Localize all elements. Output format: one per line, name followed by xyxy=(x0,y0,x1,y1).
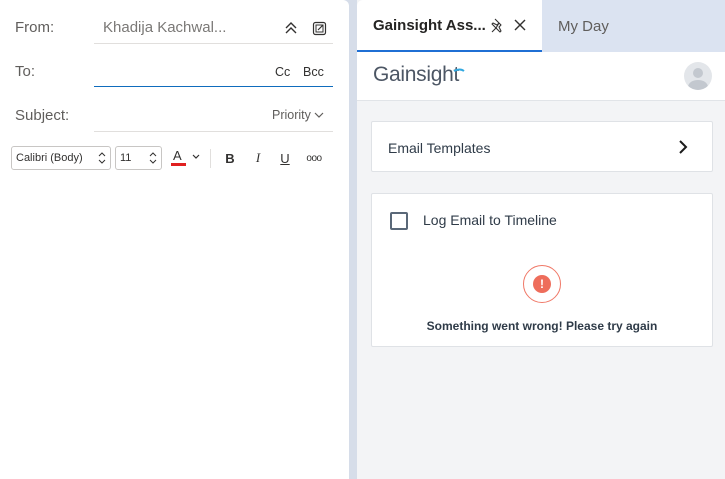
pin-icon[interactable] xyxy=(489,17,507,35)
log-email-checkbox[interactable] xyxy=(390,212,408,230)
log-email-card: Log Email to Timeline ! Something went w… xyxy=(371,193,713,347)
addin-pane: Gainsight Ass... My Day Gainsight Email … xyxy=(357,0,725,479)
gainsight-header: Gainsight xyxy=(357,52,725,101)
gainsight-logo: Gainsight xyxy=(373,63,465,87)
subject-divider xyxy=(94,131,333,132)
outlook-window: From: Khadija Kachwal... To: Cc Bcc Subj… xyxy=(0,0,725,479)
tab-gainsight-label: Gainsight Ass... xyxy=(373,17,486,34)
svg-text:A: A xyxy=(173,148,182,163)
from-divider xyxy=(94,43,333,44)
font-size-value: 11 xyxy=(120,152,132,164)
tab-my-day[interactable]: My Day xyxy=(542,0,725,52)
to-label: To: xyxy=(15,63,36,80)
error-icon: ! xyxy=(523,265,561,303)
chevron-right-icon xyxy=(679,140,688,154)
spinner-icon xyxy=(98,152,106,164)
exclamation-icon: ! xyxy=(533,275,551,293)
message-body[interactable] xyxy=(0,180,349,479)
font-family-value: Calibri (Body) xyxy=(16,152,83,164)
cc-button[interactable]: Cc xyxy=(275,65,290,79)
pop-out-icon xyxy=(312,21,326,35)
logo-text: Gainsight xyxy=(373,63,460,86)
font-color-button[interactable]: A xyxy=(168,146,202,168)
email-templates-label: Email Templates xyxy=(388,140,491,156)
logo-swoosh-icon xyxy=(453,68,465,72)
log-email-label: Log Email to Timeline xyxy=(423,212,557,228)
spinner-icon xyxy=(149,152,157,164)
underline-button[interactable]: U xyxy=(275,148,295,168)
subject-input[interactable] xyxy=(94,102,264,130)
from-field[interactable]: Khadija Kachwal... xyxy=(103,19,226,36)
tab-gainsight[interactable]: Gainsight Ass... xyxy=(357,0,542,52)
subject-label: Subject: xyxy=(15,107,70,124)
user-icon xyxy=(688,68,708,90)
double-chevron-up-icon xyxy=(285,22,297,34)
bcc-button[interactable]: Bcc xyxy=(303,65,324,79)
more-options-button[interactable]: ooo xyxy=(303,148,325,168)
close-icon[interactable] xyxy=(513,18,527,32)
italic-button[interactable]: I xyxy=(248,148,268,168)
to-input[interactable] xyxy=(94,58,264,86)
from-label: From: xyxy=(15,19,55,36)
font-family-select[interactable]: Calibri (Body) xyxy=(11,146,111,170)
collapse-header-button[interactable] xyxy=(282,19,300,37)
priority-label: Priority xyxy=(272,108,311,122)
font-color-icon: A xyxy=(171,148,200,166)
tab-my-day-label: My Day xyxy=(558,18,609,35)
user-avatar[interactable] xyxy=(684,62,712,90)
chevron-down-icon xyxy=(314,112,324,118)
priority-button[interactable]: Priority xyxy=(272,108,324,122)
email-templates-card[interactable]: Email Templates xyxy=(371,121,713,172)
to-underline xyxy=(94,86,333,87)
pop-out-button[interactable] xyxy=(310,19,328,37)
compose-pane: From: Khadija Kachwal... To: Cc Bcc Subj… xyxy=(0,0,349,479)
font-size-select[interactable]: 11 xyxy=(115,146,162,170)
toolbar-divider xyxy=(210,149,211,168)
bold-button[interactable]: B xyxy=(220,148,240,168)
error-message: Something went wrong! Please try again xyxy=(426,319,658,333)
